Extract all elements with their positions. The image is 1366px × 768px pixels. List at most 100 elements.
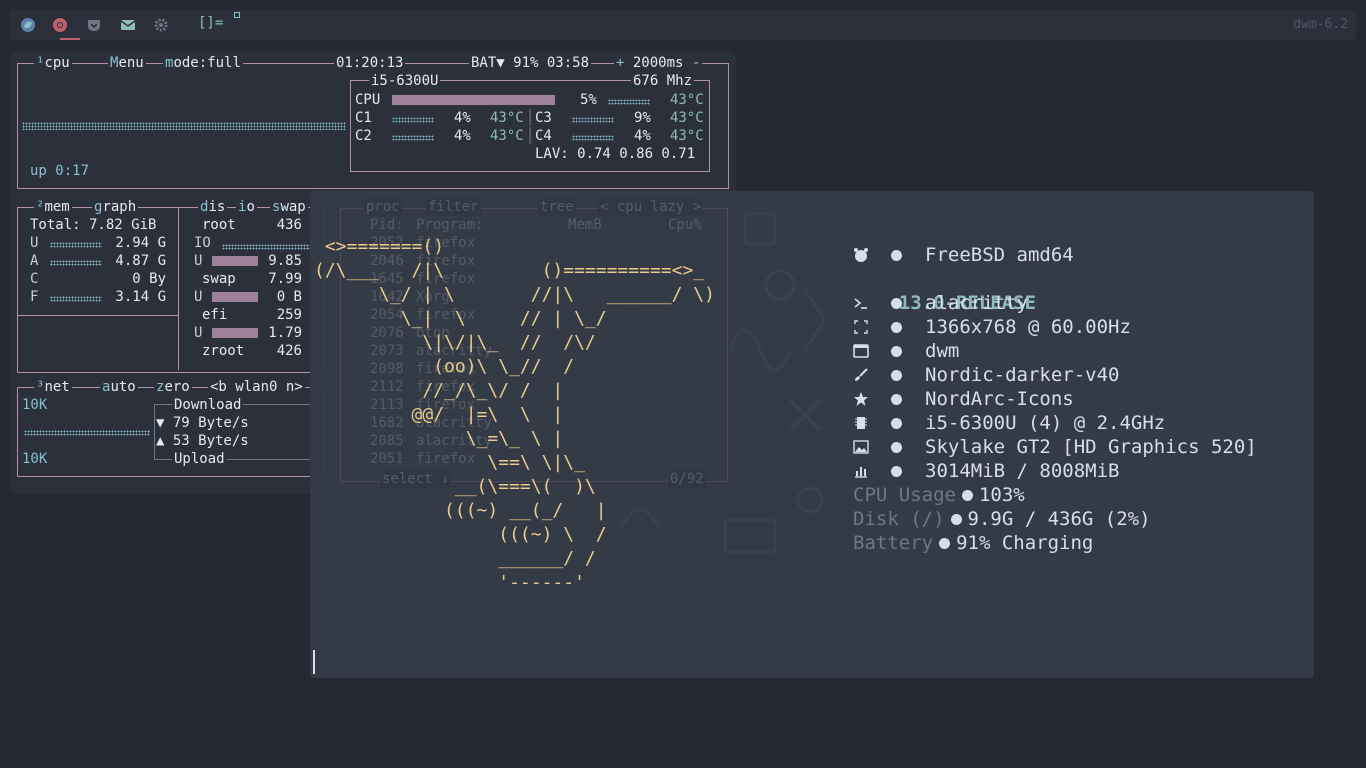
load-average: LAV: 0.74 0.86 0.71 [535,146,696,162]
disk-efi-label: efi [202,307,228,323]
fetch-cpu-usage-value: 103% [978,484,1025,506]
proc-col-program[interactable]: Program: [416,216,483,234]
mem-cached-label: C [30,271,39,287]
core-c3-graph [572,117,614,123]
disk-zroot-label: zroot [202,343,245,359]
core-c1-temp: 43°C [490,110,524,126]
mem-avail-value: 4.87 G [115,253,166,269]
settings-icon[interactable] [153,17,169,33]
disks-title[interactable]: dis [198,198,228,216]
fetch-release-row: 13.0-RELEASE [853,267,1151,314]
resolution-icon [854,320,868,334]
core-c1-graph [392,117,434,123]
core-c2-temp: 43°C [490,128,524,144]
disk-efi-used-bar [212,328,258,338]
cpu-box-title[interactable]: ¹cpu [34,54,72,72]
mem-avail-label: A [30,253,39,269]
mem-cached-value: 0 By [132,271,166,287]
terminal-cursor [313,650,315,674]
disk-root-used-label: U [194,253,203,269]
wallpaper-document-icon [743,212,777,246]
proc-filter[interactable]: filter [426,198,481,216]
status-bar: []= dwm-6.2 [10,10,1356,40]
disk-root-used: 9.85 [268,253,302,269]
core-c4-pct: 4% [634,128,651,144]
cpu-freq: 676 Mhz [631,72,695,90]
disk-io-graph [222,244,312,250]
fetch-bullet [891,346,902,357]
window-icon [853,344,869,358]
fetch-rows: alacritty 1366x768 @ 60.00Hz dwm Nordic-dar… [853,291,1257,483]
urgent-tag-dot [234,12,240,18]
interval-minus[interactable]: - [692,55,700,71]
disk-io-label: IO [194,235,211,251]
fetch-row: Skylake GT2 [HD Graphics 520] [853,435,1257,459]
pocket-icon[interactable] [86,17,102,33]
core-c3-label: C3 [535,110,552,126]
fetch-bullet [891,370,902,381]
mem-graph-toggle[interactable]: graph [92,198,139,216]
mode-toggle[interactable]: mode:full [163,54,243,72]
net-download-label: Download [172,396,244,414]
mem-used-graph [50,242,102,248]
fetch-bullet [939,538,951,549]
fetch-bullet [891,466,902,477]
cpu-total-label: CPU [355,92,381,108]
fetch-row: alacritty [853,291,1151,315]
fetch-bullet [891,322,902,333]
disks-io-toggle[interactable]: io [236,198,257,216]
mail-icon[interactable] [120,17,136,33]
core-c1-pct: 4% [454,110,471,126]
mem-free-label: F [30,289,39,305]
fetch-value: alacritty [925,292,1028,314]
wallpaper-cross-icon [788,398,822,432]
cpu-model: i5-6300U [369,72,441,90]
mem-box-title[interactable]: ²mem [34,198,72,216]
mem-free-graph [50,296,102,302]
net-auto-toggle[interactable]: auto [100,378,138,396]
cpu-total-bar [392,95,555,105]
chip-icon [855,417,867,429]
disk-swap-used-label: U [194,289,203,305]
firefox-icon[interactable] [20,17,36,33]
core-c1-label: C1 [355,110,372,126]
fetch-value: 1366x768 @ 60.00Hz [925,316,1131,338]
net-interface-selector[interactable]: <b wlan0 n> [208,378,305,396]
cpu-graph [22,122,346,130]
disk-efi-size: 259 [276,307,302,323]
interval-plus[interactable]: + [616,55,624,71]
net-graph [24,430,150,436]
fetch-row: dwm [853,339,1151,363]
mem-divider [18,315,178,316]
mem-title: mem [44,199,70,215]
cpu-total-temp: 43°C [670,92,704,108]
proc-title[interactable]: proc [364,198,402,216]
disk-root-label: root [202,217,236,233]
disk-root-used-bar [212,256,258,266]
fetch-battery-label: Battery [853,532,934,554]
net-bottom-scale: 10K [22,451,48,467]
fetch-os-row: FreeBSD amd64 [853,243,1151,267]
chrome-icon[interactable] [52,17,68,33]
interval-value: 2000ms [632,55,684,71]
update-interval[interactable]: + 2000ms - [614,54,703,72]
menu-button[interactable]: Menu [108,54,146,72]
core-c4-graph [572,135,614,141]
net-zero-toggle[interactable]: zero [154,378,192,396]
mem-total: Total: 7.82 GiB [30,217,157,233]
star-icon [854,392,868,406]
fetch-value: NordArc-Icons [925,388,1074,410]
core-c4-label: C4 [535,128,552,144]
net-box-title[interactable]: ³net [34,378,72,396]
fetch-value: Nordic-darker-v40 [925,364,1120,386]
brush-icon [855,368,868,381]
core-c2-graph [392,135,434,141]
layout-symbol[interactable]: []= [198,15,223,31]
proc-col-pid[interactable]: Pid: [370,216,404,234]
mem-disk-divider [178,208,179,370]
disks-swap-toggle[interactable]: swap [270,198,308,216]
fetch-cpu-usage-row: CPU Usage 103% [853,483,1151,507]
core-divider: │ [526,110,535,126]
fetch-battery-value: 91% Charging [956,532,1094,554]
mem-used-value: 2.94 G [115,235,166,251]
